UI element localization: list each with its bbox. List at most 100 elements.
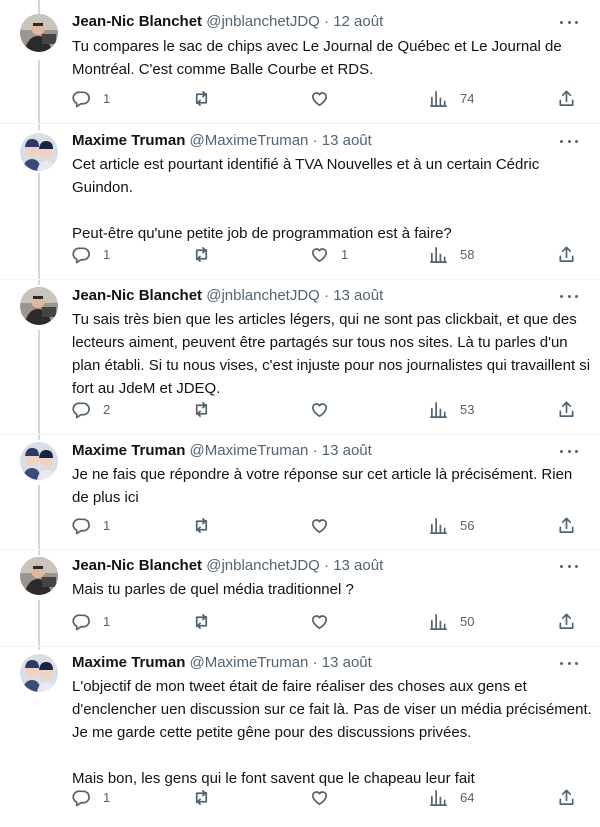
tweet-date[interactable]: 13 août (322, 442, 372, 459)
share-button[interactable] (557, 611, 576, 631)
tweet-header: Maxime Truman @MaximeTruman · 13 août (72, 441, 550, 461)
retweet-button[interactable] (192, 399, 223, 419)
avatar[interactable] (20, 557, 58, 595)
tweet-date[interactable]: 12 août (333, 13, 383, 30)
analytics-icon (430, 246, 447, 263)
views-count: 56 (460, 517, 475, 533)
like-button[interactable] (310, 88, 341, 108)
reply-count: 2 (103, 401, 111, 417)
author-name[interactable]: Jean-Nic Blanchet (72, 557, 202, 574)
separator: · (312, 654, 318, 671)
reply-button[interactable]: 1 (72, 88, 110, 108)
share-icon (559, 246, 574, 262)
separator: · (312, 132, 318, 149)
avatar[interactable] (20, 133, 58, 171)
tweet-text: Tu sais très bien que les articles léger… (72, 308, 592, 400)
like-button[interactable] (310, 399, 341, 419)
tweet-header: Jean-Nic Blanchet @jnblanchetJDQ · 12 ao… (72, 12, 550, 32)
tweet-date[interactable]: 13 août (333, 287, 383, 304)
views-button[interactable]: 56 (429, 515, 474, 535)
more-icon[interactable] (560, 131, 578, 151)
maxime-avatar-image (20, 654, 58, 692)
tweet-paragraph: L'objectif de mon tweet était de faire r… (72, 678, 592, 741)
reply-count: 1 (103, 90, 111, 106)
retweet-button[interactable] (192, 244, 223, 264)
share-button[interactable] (557, 399, 576, 419)
reply-button[interactable]: 2 (72, 399, 110, 419)
share-button[interactable] (557, 787, 576, 807)
views-button[interactable]: 53 (429, 399, 474, 419)
author-handle[interactable]: @jnblanchetJDQ (206, 287, 320, 304)
reply-icon (72, 789, 90, 806)
views-button[interactable]: 64 (429, 787, 474, 807)
tweet-header: Jean-Nic Blanchet @jnblanchetJDQ · 13 ao… (72, 556, 550, 576)
retweet-icon (195, 246, 208, 262)
tweet-paragraph: Peut-être qu'une petite job de programma… (72, 225, 452, 242)
like-button[interactable]: 1 (310, 244, 348, 264)
author-handle[interactable]: @jnblanchetJDQ (206, 13, 320, 30)
share-button[interactable] (557, 88, 576, 108)
tweet-header: Maxime Truman @MaximeTruman · 13 août (72, 131, 550, 151)
tweet-paragraph: Je ne fais que répondre à votre réponse … (72, 466, 573, 506)
retweet-button[interactable] (192, 515, 223, 535)
tweet[interactable]: Maxime Truman @MaximeTruman · 13 août Ce… (0, 124, 600, 280)
author-name[interactable]: Maxime Truman (72, 654, 185, 671)
tweet-text: Je ne fais que répondre à votre réponse … (72, 463, 592, 509)
avatar[interactable] (20, 654, 58, 692)
maxime-avatar-image (20, 133, 58, 171)
tweet-actions: 2 53 (72, 399, 580, 419)
tweet[interactable]: Jean-Nic Blanchet @jnblanchetJDQ · 13 ao… (0, 280, 600, 435)
reply-icon (72, 401, 90, 418)
reply-button[interactable]: 1 (72, 787, 110, 807)
tweet-date[interactable]: 13 août (322, 132, 372, 149)
reply-icon (72, 613, 90, 630)
avatar[interactable] (20, 442, 58, 480)
author-handle[interactable]: @MaximeTruman (190, 654, 309, 671)
analytics-icon (430, 90, 447, 107)
reply-button[interactable]: 1 (72, 244, 110, 264)
more-icon[interactable] (560, 441, 578, 461)
reply-button[interactable]: 1 (72, 515, 110, 535)
like-button[interactable] (310, 611, 341, 631)
tweet-date[interactable]: 13 août (333, 557, 383, 574)
author-name[interactable]: Maxime Truman (72, 132, 185, 149)
more-icon[interactable] (560, 286, 578, 306)
more-icon[interactable] (560, 12, 578, 32)
share-button[interactable] (557, 244, 576, 264)
heart-icon (311, 614, 328, 629)
views-button[interactable]: 74 (429, 88, 474, 108)
reply-button[interactable]: 1 (72, 611, 110, 631)
author-handle[interactable]: @MaximeTruman (190, 132, 309, 149)
avatar[interactable] (20, 14, 58, 52)
views-button[interactable]: 58 (429, 244, 474, 264)
tweet-text: Cet article est pourtant identifié à TVA… (72, 153, 592, 245)
author-name[interactable]: Jean-Nic Blanchet (72, 13, 202, 30)
like-button[interactable] (310, 787, 341, 807)
author-handle[interactable]: @MaximeTruman (190, 442, 309, 459)
tweet-actions: 1 74 (72, 88, 580, 108)
tweet-date[interactable]: 13 août (322, 654, 372, 671)
share-button[interactable] (557, 515, 576, 535)
author-handle[interactable]: @jnblanchetJDQ (206, 557, 320, 574)
tweet[interactable]: Maxime Truman @MaximeTruman · 13 août L'… (0, 647, 600, 827)
retweet-button[interactable] (192, 787, 223, 807)
tweet[interactable]: Maxime Truman @MaximeTruman · 13 août Je… (0, 435, 600, 550)
retweet-icon (195, 613, 208, 629)
like-button[interactable] (310, 515, 341, 535)
share-icon (559, 789, 574, 805)
more-icon[interactable] (560, 556, 578, 576)
like-count: 1 (341, 246, 349, 262)
tweet[interactable]: Jean-Nic Blanchet @jnblanchetJDQ · 13 ao… (0, 550, 600, 647)
views-button[interactable]: 50 (429, 611, 474, 631)
tweet[interactable]: Jean-Nic Blanchet @jnblanchetJDQ · 12 ao… (0, 0, 600, 124)
heart-icon (311, 790, 328, 805)
reply-count: 1 (103, 613, 111, 629)
tweet-paragraph: Tu compares le sac de chips avec Le Jour… (72, 38, 562, 78)
jean-nic-avatar-image (20, 557, 58, 595)
retweet-button[interactable] (192, 611, 223, 631)
author-name[interactable]: Maxime Truman (72, 442, 185, 459)
avatar[interactable] (20, 287, 58, 325)
author-name[interactable]: Jean-Nic Blanchet (72, 287, 202, 304)
more-icon[interactable] (560, 653, 578, 673)
retweet-button[interactable] (192, 88, 223, 108)
